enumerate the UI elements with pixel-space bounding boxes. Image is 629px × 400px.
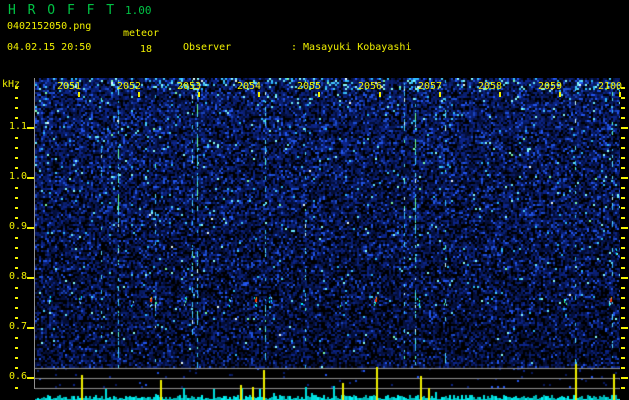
freq-minor-tick <box>15 217 18 219</box>
freq-tick-label: 0.7 <box>8 321 27 332</box>
right-minor-tick <box>621 347 625 349</box>
right-minor-tick <box>621 167 625 169</box>
freq-minor-tick <box>15 117 18 119</box>
right-major-tick <box>621 127 628 129</box>
right-minor-tick <box>621 307 625 309</box>
freq-minor-tick <box>15 367 18 369</box>
freq-major-tick <box>27 377 34 379</box>
freq-tick-label: 0.9 <box>8 221 27 232</box>
right-minor-tick <box>621 297 625 299</box>
right-minor-tick <box>621 247 625 249</box>
freq-minor-tick <box>15 247 18 249</box>
right-minor-tick <box>621 357 625 359</box>
right-major-tick <box>621 177 628 179</box>
right-minor-tick <box>621 287 625 289</box>
freq-major-tick <box>27 127 34 129</box>
right-minor-tick <box>621 257 625 259</box>
time-tick <box>318 92 320 97</box>
freq-minor-tick <box>15 87 18 89</box>
freq-minor-tick <box>15 337 18 339</box>
time-tick <box>499 92 501 97</box>
time-tick-label: 2057 <box>418 81 443 92</box>
freq-minor-tick <box>15 197 18 199</box>
spectrogram-waterfall <box>35 78 620 400</box>
freq-minor-tick <box>15 167 18 169</box>
freq-minor-tick <box>15 97 18 99</box>
time-tick <box>198 92 200 97</box>
freq-tick-label: 0.6 <box>8 371 27 382</box>
freq-minor-tick <box>15 147 18 149</box>
freq-minor-tick <box>15 187 18 189</box>
right-minor-tick <box>621 97 625 99</box>
hrofft-window: H R O F F T 1.00 0402152050.png meteor 0… <box>0 0 629 400</box>
right-minor-tick <box>621 157 625 159</box>
output-filename: 0402152050.png <box>7 21 92 32</box>
freq-tick-label: 1.1 <box>8 121 27 132</box>
time-tick-label: 2058 <box>478 81 503 92</box>
freq-minor-tick <box>15 347 18 349</box>
right-major-tick <box>621 377 628 379</box>
time-tick-label: 2054 <box>237 81 262 92</box>
right-minor-tick <box>621 367 625 369</box>
info-separator: : <box>291 42 298 53</box>
echo-count: 18 <box>140 44 153 55</box>
app-version: 1.00 <box>125 4 152 17</box>
freq-tick-label: 0.8 <box>8 271 27 282</box>
right-minor-tick <box>621 117 625 119</box>
freq-minor-tick <box>15 317 18 319</box>
freq-minor-tick <box>15 357 18 359</box>
time-tick <box>559 92 561 97</box>
freq-major-tick <box>27 327 34 329</box>
time-tick-label: 2059 <box>538 81 563 92</box>
time-tick-label: 2055 <box>297 81 322 92</box>
right-minor-tick <box>621 107 625 109</box>
freq-minor-tick <box>15 137 18 139</box>
time-tick <box>439 92 441 97</box>
info-value: Masayuki Kobayashi <box>303 42 412 53</box>
freq-minor-tick <box>15 307 18 309</box>
date-time: 04.02.15 20:50 <box>7 42 92 53</box>
right-minor-tick <box>621 387 625 389</box>
right-minor-tick <box>621 137 625 139</box>
freq-minor-tick <box>15 387 18 389</box>
app-title: H R O F F T <box>8 3 117 18</box>
freq-minor-tick <box>15 107 18 109</box>
info-label: Observer <box>183 42 232 53</box>
freq-minor-tick <box>15 297 18 299</box>
right-minor-tick <box>621 87 625 89</box>
right-minor-tick <box>621 267 625 269</box>
right-minor-tick <box>621 317 625 319</box>
time-tick-label: 2052 <box>117 81 142 92</box>
freq-minor-tick <box>15 237 18 239</box>
freq-minor-tick <box>15 267 18 269</box>
right-minor-tick <box>621 217 625 219</box>
right-minor-tick <box>621 147 625 149</box>
info-row-observer: Observer: Masayuki Kobayashi <box>183 41 586 54</box>
right-minor-tick <box>621 337 625 339</box>
freq-minor-tick <box>15 157 18 159</box>
freq-axis-line <box>34 78 35 389</box>
freq-major-tick <box>27 177 34 179</box>
right-minor-tick <box>621 197 625 199</box>
time-tick-label: 2056 <box>358 81 383 92</box>
freq-major-tick <box>27 277 34 279</box>
time-tick <box>78 92 80 97</box>
right-major-tick <box>621 227 628 229</box>
freq-minor-tick <box>15 287 18 289</box>
right-minor-tick <box>621 187 625 189</box>
right-major-tick <box>621 327 628 329</box>
time-tick-label: 2053 <box>177 81 202 92</box>
time-tick <box>138 92 140 97</box>
freq-major-tick <box>27 227 34 229</box>
time-tick <box>258 92 260 97</box>
time-tick <box>379 92 381 97</box>
freq-minor-tick <box>15 257 18 259</box>
freq-tick-label: 1.0 <box>8 171 27 182</box>
right-minor-tick <box>621 207 625 209</box>
time-tick-label: 2051 <box>57 81 82 92</box>
mode-label: meteor <box>123 28 160 39</box>
right-major-tick <box>621 277 628 279</box>
freq-minor-tick <box>15 207 18 209</box>
right-minor-tick <box>621 237 625 239</box>
